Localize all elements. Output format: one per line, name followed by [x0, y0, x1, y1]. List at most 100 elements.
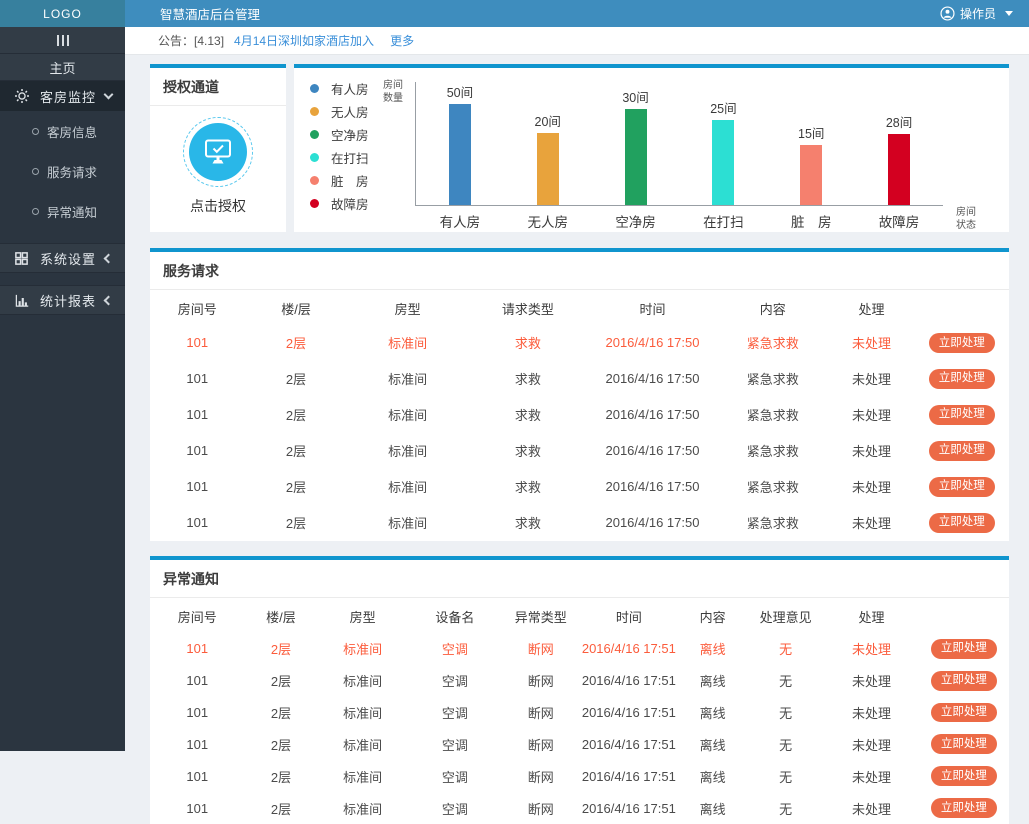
bar-group: 30间 空净房 — [606, 82, 666, 230]
auth-action-label: 点击授权 — [190, 198, 246, 214]
sidebar-collapse-button[interactable] — [0, 27, 125, 54]
column-header: 房间号 — [177, 302, 217, 317]
cell: 空调 — [441, 674, 468, 690]
sidebar-item-statistics[interactable]: 统计报表 — [0, 285, 125, 315]
sidebar-menu: 客房监控 客房信息 服务请求 异常通知 系统设置 统计报表 — [0, 81, 125, 315]
sidebar-item-label: 统计报表 — [40, 293, 97, 309]
cell: 未处理 — [852, 408, 892, 424]
service-requests-panel: 服务请求 房间号 楼/层 房型 请求类型 时间 内容 处理 101 2层 标准间 求救 2016/4… — [150, 248, 1009, 541]
cell: 标准间 — [388, 480, 428, 496]
page: { "header": { "logo": "LOGO", "title": "… — [0, 0, 1029, 824]
cell-action: 立即处理 — [914, 361, 1009, 397]
column-header: 处理 — [858, 609, 885, 625]
handle-now-button[interactable]: 立即处理 — [928, 512, 995, 533]
cell-action: 立即处理 — [919, 760, 1009, 792]
handle-now-button[interactable]: 立即处理 — [930, 734, 997, 755]
table-row: 101 2层 标准间 空调 断网 2016/4/16 17:51 离线 无 未处理 立即处理 — [150, 633, 1009, 665]
cell: 未处理 — [852, 444, 892, 460]
cell: 离线 — [699, 801, 726, 817]
bar — [888, 134, 911, 205]
authorize-button[interactable] — [183, 117, 253, 187]
table-row: 101 2层 标准间 空调 断网 2016/4/16 17:51 离线 无 未处理 立即处理 — [150, 728, 1009, 760]
column-header: 时间 — [639, 302, 666, 317]
cell-action: 立即处理 — [919, 665, 1009, 697]
cell: 离线 — [699, 737, 726, 753]
sidebar-subitem[interactable]: 异常通知 — [0, 191, 125, 231]
legend-label: 在打扫 — [331, 152, 369, 166]
cell: 求救 — [514, 408, 541, 424]
handle-now-button[interactable]: 立即处理 — [928, 476, 995, 497]
cell: 离线 — [699, 674, 726, 690]
cell: 无 — [779, 769, 793, 785]
column-header: 异常类型 — [514, 609, 567, 625]
cell: 求救 — [514, 336, 541, 352]
bar-category-label: 在打扫 — [703, 215, 744, 230]
chart-legend: 有人房 无人房 空净房 在打扫脏 房故障房 — [310, 82, 369, 220]
service-requests-title: 服务请求 — [150, 252, 1009, 290]
legend-swatch-icon — [310, 199, 319, 208]
handle-now-button[interactable]: 立即处理 — [928, 440, 995, 461]
logo: LOGO — [0, 0, 125, 27]
handle-now-button[interactable]: 立即处理 — [928, 368, 995, 389]
cell: 2层 — [270, 642, 292, 658]
sidebar-item-label: 主页 — [49, 60, 76, 76]
table-header-row: 房间号 楼/层 房型 请求类型 时间 内容 处理 — [150, 290, 1009, 325]
chevron-left-icon — [103, 253, 114, 263]
column-header: 设备名 — [435, 609, 475, 625]
legend-swatch-icon — [310, 84, 319, 93]
sidebar-subitem[interactable]: 客房信息 — [0, 111, 125, 151]
cell: 无 — [779, 705, 793, 721]
legend-swatch-icon — [310, 153, 319, 162]
cell: 101 — [186, 800, 209, 816]
sidebar-item-home[interactable]: 主页 — [0, 54, 125, 81]
bar-group: 28间 故障房 — [869, 82, 929, 230]
handle-now-button[interactable]: 立即处理 — [930, 638, 997, 659]
bar-value-label: 50间 — [446, 86, 474, 100]
handle-now-button[interactable]: 立即处理 — [930, 702, 997, 723]
bar — [800, 145, 823, 205]
cell: 2016/4/16 17:51 — [581, 704, 676, 720]
bar-chart: 房间数量 房间状态 50间 有人房 20间 无人房 30间 空净房 25间 在打扫 15间脏 房… — [383, 78, 995, 231]
bar-group: 20间 无人房 — [518, 82, 578, 230]
handle-now-button[interactable]: 立即处理 — [930, 766, 997, 787]
user-menu[interactable]: 操作员 — [940, 0, 1029, 27]
grid-icon — [13, 250, 30, 266]
cell: 离线 — [699, 769, 726, 785]
sidebar-item-system-settings[interactable]: 系统设置 — [0, 243, 125, 273]
column-header: 房型 — [394, 302, 421, 317]
cell: 无 — [779, 674, 793, 690]
handle-now-button[interactable]: 立即处理 — [928, 404, 995, 425]
y-axis-label: 房间数量 — [383, 80, 403, 104]
cell: 101 — [186, 641, 209, 657]
cell-action: 立即处理 — [919, 792, 1009, 824]
cell: 未处理 — [851, 801, 891, 817]
announcement-link[interactable]: 4月14日深圳如家酒店加入 — [234, 32, 374, 49]
legend-item: 故障房 — [310, 197, 369, 212]
bar — [536, 133, 559, 205]
legend-swatch-icon — [310, 107, 319, 116]
sidebar-item-room-monitor[interactable]: 客房监控 — [0, 81, 125, 111]
cell: 空调 — [441, 642, 468, 658]
cell: 2016/4/16 17:51 — [581, 768, 676, 784]
handle-now-button[interactable]: 立即处理 — [928, 333, 995, 353]
cell: 2层 — [270, 737, 292, 753]
bar — [448, 104, 471, 205]
top-bar: LOGO 智慧酒店后台管理 操作员 — [0, 0, 1029, 27]
column-header: 楼/层 — [266, 609, 296, 625]
handle-now-button[interactable]: 立即处理 — [930, 798, 997, 819]
sidebar-item-label: 系统设置 — [40, 251, 97, 267]
column-header: 房型 — [349, 609, 376, 625]
announcement-more-link[interactable]: 更多 — [390, 32, 414, 49]
cell: 101 — [186, 704, 209, 720]
exception-notifications-table: 房间号 楼/层 房型 设备名 异常类型 时间 内容 处理意见 处理 101 2层 标准间 空调 断网 20… — [150, 598, 1009, 824]
cell: 离线 — [699, 705, 726, 721]
cell: 标准间 — [343, 674, 383, 690]
cell: 2016/4/16 17:50 — [605, 335, 700, 351]
cell: 101 — [186, 768, 209, 784]
table-row: 101 2层 标准间 求救 2016/4/16 17:50 紧急求救 未处理 立即处理 — [150, 505, 1009, 541]
cell: 求救 — [514, 372, 541, 388]
cell-action: 立即处理 — [914, 505, 1009, 541]
legend-item: 空净房 — [310, 128, 369, 143]
sidebar-subitem[interactable]: 服务请求 — [0, 151, 125, 191]
handle-now-button[interactable]: 立即处理 — [930, 670, 997, 691]
